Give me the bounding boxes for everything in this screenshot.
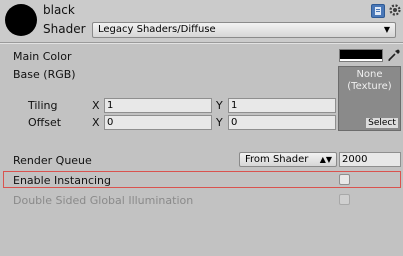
offset-y-field[interactable]: 0	[228, 115, 336, 130]
tiling-y-axis-label: Y	[216, 99, 223, 112]
material-name: black	[43, 3, 75, 17]
render-queue-dropdown[interactable]: From Shader ▲▼	[239, 152, 337, 167]
render-queue-value[interactable]: 2000	[339, 152, 401, 167]
double-sided-gi-label: Double Sided Global Illumination	[13, 194, 194, 207]
offset-label: Offset	[28, 116, 62, 129]
double-sided-gi-checkbox[interactable]	[339, 194, 350, 205]
enable-instancing-checkbox[interactable]	[339, 174, 350, 185]
header-divider	[0, 42, 403, 44]
shader-dropdown[interactable]: Legacy Shaders/Diffuse ▼	[92, 22, 396, 38]
render-queue-mode: From Shader	[245, 154, 309, 165]
alpha-bar	[340, 59, 382, 61]
gear-icon[interactable]	[388, 3, 401, 16]
offset-x-axis-label: X	[92, 116, 100, 129]
material-preview-sphere[interactable]	[5, 4, 37, 36]
tiling-y-field[interactable]: 1	[228, 98, 336, 113]
tiling-x-field[interactable]: 1	[104, 98, 212, 113]
enable-instancing-label: Enable Instancing	[13, 174, 111, 187]
shader-dropdown-value: Legacy Shaders/Diffuse	[98, 24, 216, 35]
tiling-label: Tiling	[28, 99, 58, 112]
eyedropper-icon[interactable]	[387, 48, 401, 62]
updown-arrow-icon: ▲▼	[319, 155, 332, 164]
tiling-x-axis-label: X	[92, 99, 100, 112]
shader-label: Shader	[43, 22, 86, 36]
texture-slot-text: None (Texture)	[339, 69, 400, 93]
main-color-swatch[interactable]	[339, 49, 383, 62]
offset-x-field[interactable]: 0	[104, 115, 212, 130]
base-rgb-label: Base (RGB)	[13, 68, 76, 81]
texture-select-button[interactable]: Select	[365, 117, 399, 129]
texture-slot-caption: None (Texture)	[347, 69, 392, 92]
main-color-label: Main Color	[13, 50, 72, 63]
offset-y-axis-label: Y	[216, 116, 223, 129]
chevron-down-icon: ▼	[383, 25, 390, 34]
book-icon[interactable]	[371, 4, 385, 18]
render-queue-label: Render Queue	[13, 154, 92, 167]
texture-slot[interactable]: None (Texture) Select	[338, 66, 401, 131]
